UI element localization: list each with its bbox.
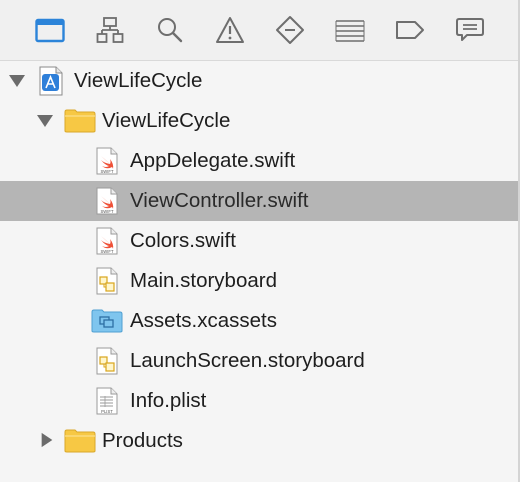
tree-row-label: ViewLifeCycle bbox=[74, 69, 203, 92]
swift-file-icon: SWIFT bbox=[96, 147, 118, 175]
report-navigator-tab[interactable] bbox=[450, 12, 490, 48]
test-navigator-tab[interactable] bbox=[270, 12, 310, 48]
storyboard-file-icon bbox=[96, 267, 118, 295]
tree-row-label: LaunchScreen.storyboard bbox=[130, 349, 365, 372]
lines-table-icon bbox=[335, 20, 365, 42]
tree-row-file[interactable]: Main.storyboard bbox=[0, 261, 520, 301]
folder-icon bbox=[35, 18, 65, 43]
tree-row-project[interactable]: ViewLifeCycle bbox=[0, 61, 520, 101]
tree-row-label: ViewLifeCycle bbox=[102, 109, 231, 132]
find-navigator-tab[interactable] bbox=[150, 12, 190, 48]
breakpoint-tag-icon bbox=[396, 21, 424, 39]
icon-caption: SWIFT bbox=[100, 209, 113, 214]
tree-row-file-selected[interactable]: SWIFT ViewController.swift bbox=[0, 181, 520, 221]
icon-caption: SWIFT bbox=[100, 169, 113, 174]
diamond-minus-icon bbox=[276, 16, 304, 44]
plist-file-icon: PLIST bbox=[96, 387, 118, 415]
tree-row-file[interactable]: LaunchScreen.storyboard bbox=[0, 341, 520, 381]
speech-bubble-icon bbox=[456, 18, 484, 41]
tree-row-label: Main.storyboard bbox=[130, 269, 277, 292]
hierarchy-icon bbox=[96, 17, 124, 43]
folder-icon bbox=[64, 109, 96, 133]
icon-caption: PLIST bbox=[101, 409, 113, 414]
folder-icon bbox=[64, 429, 96, 453]
tree-row-file[interactable]: PLIST Info.plist bbox=[0, 381, 520, 421]
symbol-navigator-tab[interactable] bbox=[90, 12, 130, 48]
swift-file-icon: SWIFT bbox=[96, 187, 118, 215]
debug-navigator-tab[interactable] bbox=[330, 12, 370, 48]
tree-row-label: ViewController.swift bbox=[130, 189, 309, 212]
disclosure-expanded-icon[interactable] bbox=[8, 73, 26, 89]
icon-caption: SWIFT bbox=[100, 249, 113, 254]
magnifier-icon bbox=[158, 18, 183, 43]
tree-row-file[interactable]: SWIFT AppDelegate.swift bbox=[0, 141, 520, 181]
disclosure-collapsed-icon[interactable] bbox=[38, 432, 56, 448]
tree-row-label: Colors.swift bbox=[130, 229, 236, 252]
asset-catalog-icon bbox=[91, 309, 123, 333]
tree-row-group[interactable]: ViewLifeCycle bbox=[0, 101, 520, 141]
warning-triangle-icon bbox=[216, 17, 244, 43]
tree-row-file[interactable]: SWIFT Colors.swift bbox=[0, 221, 520, 261]
tree-row-file[interactable]: Assets.xcassets bbox=[0, 301, 520, 341]
navigator-selector-bar bbox=[0, 0, 520, 61]
breakpoint-navigator-tab[interactable] bbox=[390, 12, 430, 48]
issue-navigator-tab[interactable] bbox=[210, 12, 250, 48]
tree-row-label: Assets.xcassets bbox=[130, 309, 277, 332]
tree-row-label: Info.plist bbox=[130, 389, 207, 412]
tree-row-label: AppDelegate.swift bbox=[130, 149, 296, 172]
project-navigator-tab[interactable] bbox=[30, 12, 70, 48]
tree-row-label: Products bbox=[102, 429, 183, 452]
disclosure-expanded-icon[interactable] bbox=[36, 113, 54, 129]
tree-row-products-group[interactable]: Products bbox=[0, 421, 520, 461]
storyboard-file-icon bbox=[96, 347, 118, 375]
swift-file-icon: SWIFT bbox=[96, 227, 118, 255]
xcode-project-icon bbox=[39, 66, 63, 96]
